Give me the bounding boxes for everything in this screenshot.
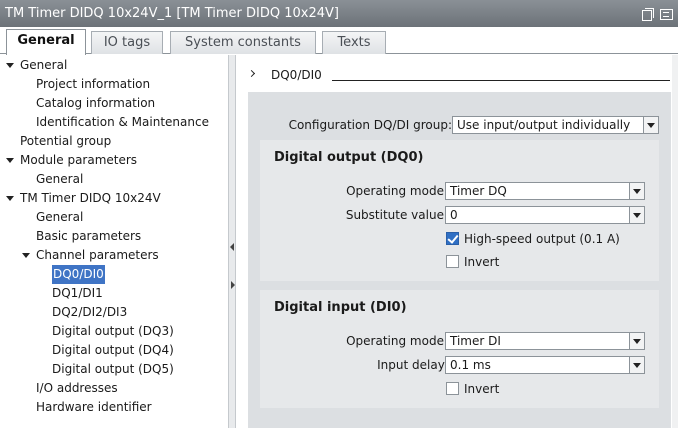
input-delay-label: Input delay:: [377, 358, 448, 372]
expand-arrow-icon[interactable]: [6, 196, 14, 201]
input-delay-select[interactable]: 0.1 ms: [445, 356, 645, 374]
config-dq-di-select[interactable]: Use input/output individually: [452, 116, 659, 134]
section-title: DQ0/DI0: [271, 68, 322, 82]
tab-general[interactable]: General: [6, 29, 86, 55]
substitute-value: 0: [450, 208, 458, 222]
menu-icon[interactable]: [660, 8, 673, 20]
splitter[interactable]: [228, 55, 236, 428]
input-operating-mode-select[interactable]: Timer DI: [445, 332, 645, 350]
expand-arrow-icon[interactable]: [22, 253, 30, 258]
output-operating-mode-value: Timer DQ: [450, 184, 507, 198]
digital-input-title: Digital input (DI0): [274, 300, 407, 315]
digital-input-group: Digital input (DI0) Operating mode: Time…: [260, 290, 659, 408]
chevron-down-icon[interactable]: [629, 333, 644, 349]
operating-mode-label: Operating mode:: [346, 184, 448, 198]
chevron-down-icon[interactable]: [643, 117, 658, 133]
substitute-value-select[interactable]: 0: [445, 206, 645, 224]
tab-bar: General IO tags System constants Texts: [0, 27, 678, 55]
properties-content: DQ0/DI0 Configuration DQ/DI group: Use i…: [236, 55, 678, 428]
section-divider: [332, 80, 670, 81]
chevron-right-icon[interactable]: [247, 69, 256, 78]
tab-io-tags[interactable]: IO tags: [91, 31, 163, 54]
navigation-tree: General Project information Catalog info…: [0, 55, 228, 428]
chevron-down-icon[interactable]: [629, 357, 644, 373]
expand-arrow-icon[interactable]: [6, 158, 14, 163]
input-operating-mode-label: Operating mode:: [346, 334, 448, 348]
tab-texts[interactable]: Texts: [322, 31, 386, 54]
chevron-down-icon[interactable]: [629, 207, 644, 223]
digital-output-group: Digital output (DQ0) Operating mode: Tim…: [260, 140, 659, 281]
checkbox-checked-icon[interactable]: [446, 232, 459, 245]
collapse-left-icon[interactable]: [230, 243, 234, 251]
chevron-down-icon[interactable]: [629, 183, 644, 199]
config-label: Configuration DQ/DI group:: [288, 118, 452, 132]
restore-icon[interactable]: [642, 7, 654, 21]
config-value: Use input/output individually: [457, 118, 631, 132]
checkbox-icon[interactable]: [446, 255, 459, 268]
expand-right-icon[interactable]: [231, 281, 235, 289]
output-operating-mode-select[interactable]: Timer DQ: [445, 182, 645, 200]
window-title: TM Timer DIDQ 10x24V_1 [TM Timer DIDQ 10…: [5, 6, 339, 21]
input-delay-value: 0.1 ms: [450, 358, 491, 372]
substitute-value-label: Substitute value:: [345, 208, 448, 222]
parameters-panel: Configuration DQ/DI group: Use input/out…: [248, 92, 671, 428]
digital-output-title: Digital output (DQ0): [274, 150, 424, 165]
vertical-scrollbar[interactable]: [672, 55, 678, 428]
expand-arrow-icon[interactable]: [6, 63, 14, 68]
input-operating-mode-value: Timer DI: [450, 334, 501, 348]
tab-system-constants[interactable]: System constants: [170, 31, 316, 54]
window-title-bar: TM Timer DIDQ 10x24V_1 [TM Timer DIDQ 10…: [0, 0, 678, 27]
checkbox-icon[interactable]: [446, 382, 459, 395]
